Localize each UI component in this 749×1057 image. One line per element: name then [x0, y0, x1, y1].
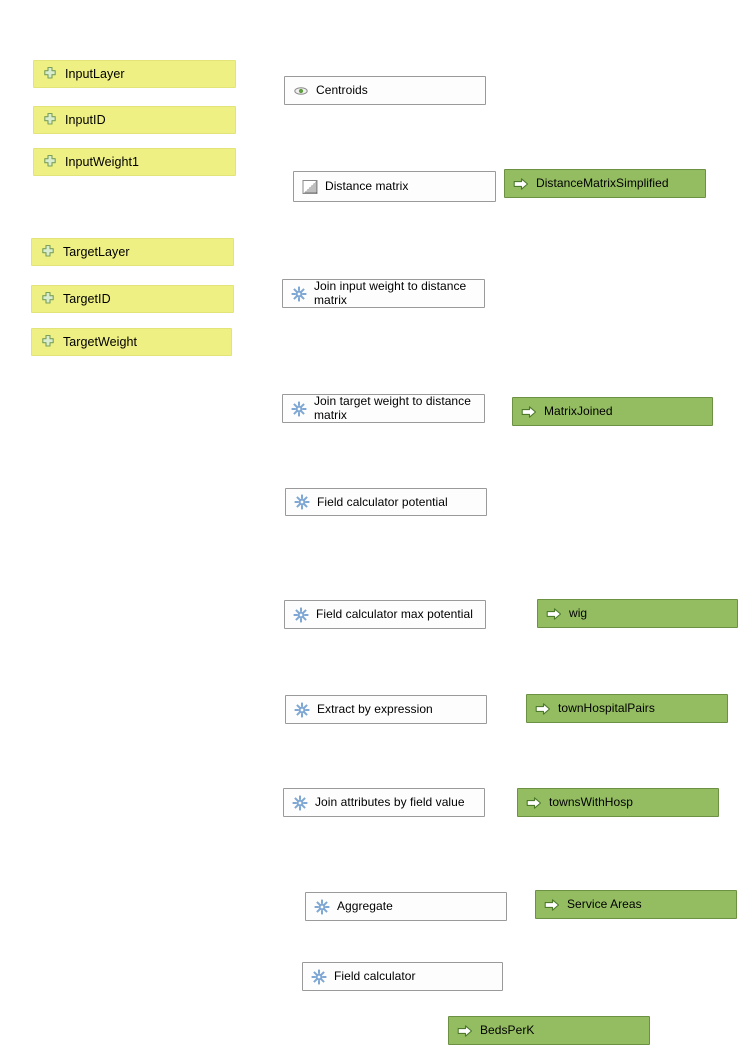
algorithm-label: Aggregate: [337, 899, 393, 913]
output-arrow-icon: [457, 1023, 473, 1039]
model-algorithm-extract-by-expression[interactable]: Extract by expression: [285, 695, 487, 724]
model-input-targetweight[interactable]: TargetWeight: [31, 328, 232, 356]
algorithm-label: Extract by expression: [317, 702, 433, 716]
model-input-inputweight1[interactable]: InputWeight1: [33, 148, 236, 176]
add-parameter-icon: [40, 334, 56, 350]
model-algorithm-join-target-weight-to-distance-matrix[interactable]: Join target weight to distance matrix: [282, 394, 485, 423]
model-input-inputid[interactable]: InputID: [33, 106, 236, 134]
gear-icon: [314, 899, 330, 915]
output-label: DistanceMatrixSimplified: [536, 176, 669, 190]
add-parameter-icon: [42, 66, 58, 82]
input-label: InputLayer: [65, 66, 125, 81]
output-label: BedsPerK: [480, 1023, 535, 1037]
model-algorithm-field-calculator-max-potential[interactable]: Field calculator max potential: [284, 600, 486, 629]
model-algorithm-aggregate[interactable]: Aggregate: [305, 892, 507, 921]
model-output-bedsperk[interactable]: BedsPerK: [448, 1016, 650, 1045]
input-label: InputWeight1: [65, 154, 140, 169]
model-input-targetlayer[interactable]: TargetLayer: [31, 238, 234, 266]
gear-icon: [294, 702, 310, 718]
output-arrow-icon: [521, 404, 537, 420]
add-parameter-icon: [42, 112, 58, 128]
output-arrow-icon: [544, 897, 560, 913]
algorithm-label: Join attributes by field value: [315, 794, 465, 809]
model-output-townhospitalpairs[interactable]: townHospitalPairs: [526, 694, 728, 723]
centroid-icon: [293, 83, 309, 99]
algorithm-label: Centroids: [316, 83, 368, 97]
output-label: townsWithHosp: [549, 795, 634, 809]
input-label: InputID: [65, 112, 106, 127]
add-parameter-icon: [40, 244, 56, 260]
output-arrow-icon: [546, 606, 562, 622]
model-output-wig[interactable]: wig: [537, 599, 738, 628]
add-parameter-icon: [42, 154, 58, 170]
model-algorithm-field-calculator[interactable]: Field calculator: [302, 962, 503, 991]
model-algorithm-distance-matrix[interactable]: Distance matrix: [293, 171, 496, 202]
output-label: townHospitalPairs: [558, 701, 655, 715]
distance-matrix-icon: [302, 179, 318, 195]
gear-icon: [294, 494, 310, 510]
model-input-targetid[interactable]: TargetID: [31, 285, 234, 313]
algorithm-label: Field calculator potential: [317, 494, 448, 509]
algorithm-label: Field calculator max potential: [316, 606, 473, 621]
model-input-inputlayer[interactable]: InputLayer: [33, 60, 236, 88]
input-label: TargetLayer: [63, 244, 130, 259]
output-label: MatrixJoined: [544, 404, 613, 418]
gear-icon: [291, 286, 307, 302]
gear-icon: [291, 401, 307, 417]
model-designer-canvas[interactable]: InputLayer InputID InputWeight1 TargetLayer…: [0, 0, 749, 1057]
model-algorithm-centroids[interactable]: Centroids: [284, 76, 486, 105]
output-label: wig: [569, 606, 588, 620]
model-output-distancematrixsimplified[interactable]: DistanceMatrixSimplified: [504, 169, 706, 198]
algorithm-label: Join target weight to distance matrix: [314, 394, 471, 422]
model-algorithm-field-calculator-potential[interactable]: Field calculator potential: [285, 488, 487, 516]
output-arrow-icon: [513, 176, 529, 192]
model-output-service-areas[interactable]: Service Areas: [535, 890, 737, 919]
gear-icon: [293, 607, 309, 623]
algorithm-label: Field calculator: [334, 969, 416, 983]
output-arrow-icon: [535, 701, 551, 717]
algorithm-label: Join input weight to distance matrix: [314, 279, 467, 307]
input-label: TargetWeight: [63, 334, 138, 349]
algorithm-label: Distance matrix: [325, 179, 409, 193]
input-label: TargetID: [63, 291, 111, 306]
model-algorithm-join-attributes-by-field-value[interactable]: Join attributes by field value: [283, 788, 485, 817]
model-algorithm-join-input-weight-to-distance-matrix[interactable]: Join input weight to distance matrix: [282, 279, 485, 308]
model-output-matrixjoined[interactable]: MatrixJoined: [512, 397, 713, 426]
model-output-townswithhosp[interactable]: townsWithHosp: [517, 788, 719, 817]
add-parameter-icon: [40, 291, 56, 307]
output-arrow-icon: [526, 795, 542, 811]
output-label: Service Areas: [567, 897, 642, 911]
gear-icon: [311, 969, 327, 985]
gear-icon: [292, 795, 308, 811]
